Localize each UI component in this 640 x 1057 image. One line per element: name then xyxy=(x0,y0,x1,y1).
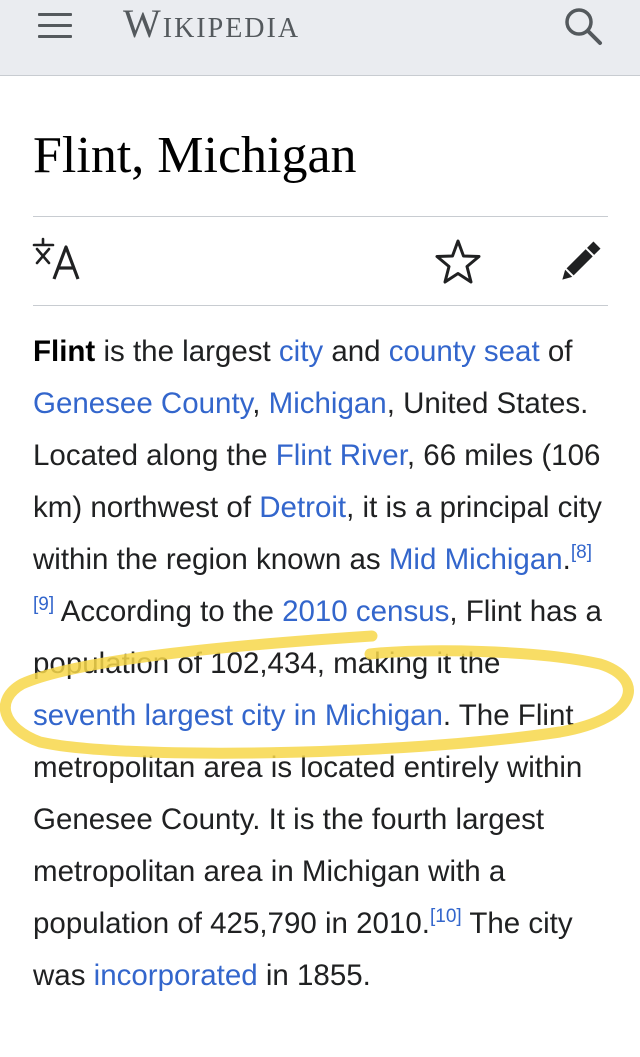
lead-text: is the largest xyxy=(95,335,279,368)
divider xyxy=(33,216,608,217)
wikipedia-logo[interactable]: Wikipedia xyxy=(123,2,300,46)
link-county-seat[interactable]: county seat xyxy=(389,335,540,368)
translate-icon[interactable] xyxy=(31,235,85,287)
reference-link[interactable]: [10] xyxy=(430,906,462,927)
lead-text: . xyxy=(562,543,571,576)
article-lead-paragraph: Flint is the largest city and county sea… xyxy=(33,326,608,1002)
top-bar: Wikipedia xyxy=(0,0,640,76)
link-genesee-county[interactable]: Genesee County xyxy=(33,387,252,420)
reference-link[interactable]: [8] xyxy=(571,542,592,563)
pencil-icon[interactable] xyxy=(554,236,606,288)
link-2010-census[interactable]: 2010 census xyxy=(282,595,449,628)
star-icon[interactable] xyxy=(432,236,484,288)
lead-text: and xyxy=(323,335,389,368)
link-mid-michigan[interactable]: Mid Michigan xyxy=(389,543,563,576)
link-seventh-largest-city[interactable]: seventh largest city in Michigan xyxy=(33,699,443,732)
lead-text: in 1855. xyxy=(257,959,371,992)
page-title: Flint, Michigan xyxy=(33,127,357,184)
search-icon[interactable] xyxy=(560,4,608,48)
hamburger-menu-icon[interactable] xyxy=(36,8,76,42)
lead-text: According to the xyxy=(54,595,283,628)
reference-8[interactable]: [8] xyxy=(571,542,592,563)
link-detroit[interactable]: Detroit xyxy=(259,491,346,524)
link-flint-river[interactable]: Flint River xyxy=(276,439,407,472)
lead-text: , xyxy=(252,387,269,420)
reference-9[interactable]: [9] xyxy=(33,594,54,615)
divider xyxy=(33,305,608,306)
lead-text: of xyxy=(539,335,573,368)
link-michigan[interactable]: Michigan xyxy=(269,387,387,420)
reference-link[interactable]: [9] xyxy=(33,594,54,615)
reference-10[interactable]: [10] xyxy=(430,906,462,927)
bold-title-term: Flint xyxy=(33,335,96,368)
lead-text: . The Flint metropolitan area is located… xyxy=(33,699,583,940)
link-city[interactable]: city xyxy=(279,335,323,368)
link-incorporated[interactable]: incorporated xyxy=(94,959,258,992)
